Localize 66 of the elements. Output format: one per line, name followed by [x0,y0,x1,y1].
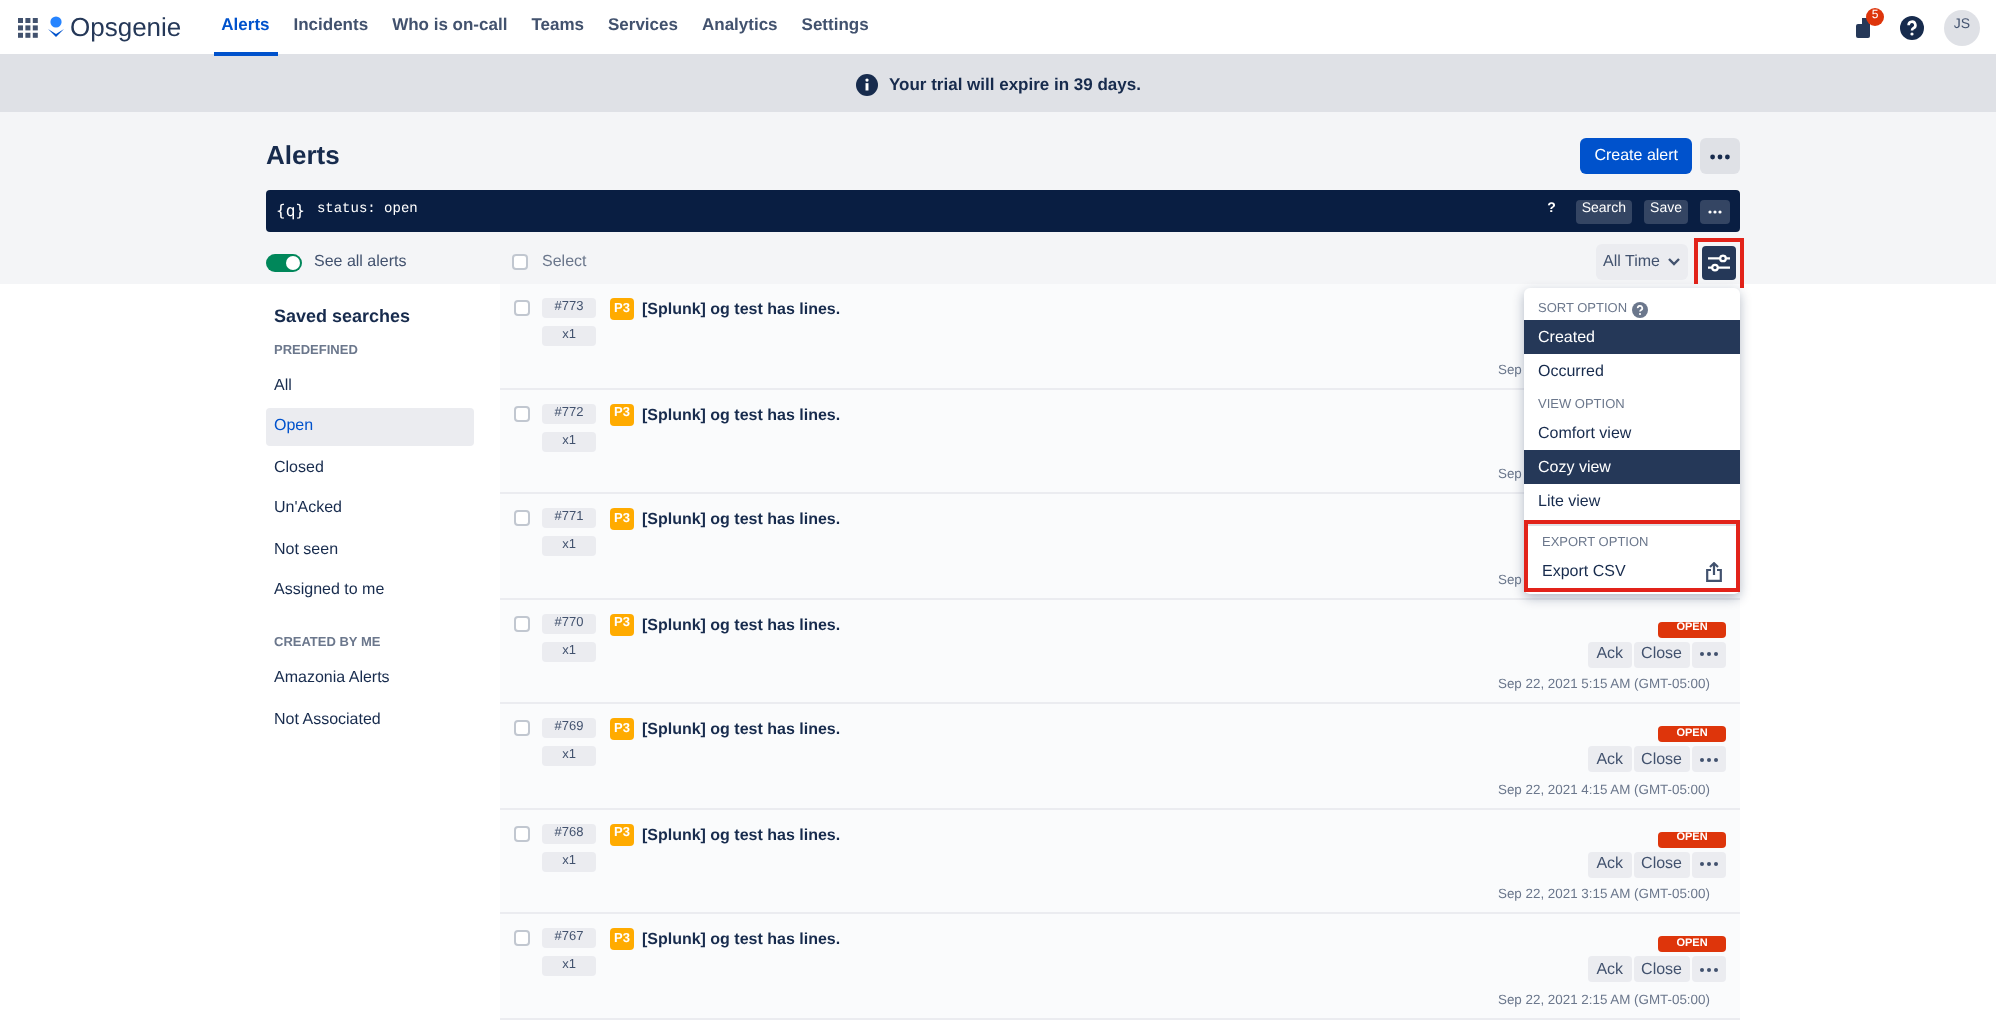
checkbox[interactable] [514,720,530,736]
action-button[interactable]: Ack [1588,746,1632,772]
nav-tab[interactable]: Incidents [285,0,377,55]
info-icon [855,73,877,95]
action-button[interactable]: Close [1633,746,1690,772]
sliders-icon [1708,253,1730,271]
alert-title[interactable]: [Splunk] og test has lines. [641,613,1498,635]
action-button[interactable]: Ack [1588,956,1632,982]
sidebar-item[interactable]: Closed [266,448,474,487]
action-button[interactable]: Close [1633,956,1690,982]
app-switcher-icon[interactable] [18,17,38,37]
alert-title[interactable]: [Splunk] og test has lines. [641,718,1498,740]
page-title: Alerts [266,138,342,175]
nav-tab[interactable]: Services [600,0,686,55]
checkbox[interactable] [512,254,528,270]
select-label: Select [542,250,589,274]
sidebar-item[interactable]: All [266,366,474,405]
alert-title[interactable]: [Splunk] og test has lines. [641,508,1498,530]
alert-title[interactable]: [Splunk] og test has lines. [641,928,1498,950]
action-button[interactable]: Close [1633,851,1690,877]
chevron-down-icon [1668,258,1680,266]
toggle-label: See all alerts [314,250,409,274]
sidebar-item[interactable]: Not seen [266,530,474,569]
menu-item[interactable]: Cozy view [1524,450,1740,484]
help-icon [1631,301,1648,317]
checkbox[interactable] [514,405,530,421]
sidebar-item[interactable]: Not Associated [266,700,474,738]
query-prefix: {q} [276,199,305,223]
more-button[interactable] [1700,199,1730,223]
action-button[interactable]: Close [1633,641,1690,667]
alert-title[interactable]: [Splunk] og test has lines. [641,403,1498,425]
sidebar-item[interactable]: Open [266,407,474,446]
checkbox[interactable] [514,300,530,316]
nav-tab[interactable]: Analytics [693,0,786,55]
checkbox[interactable] [514,510,530,526]
time-filter-dropdown[interactable]: All Time [1595,244,1688,280]
sidebar-title: Saved searches [272,304,413,330]
menu-item[interactable]: Occurred [1524,354,1740,388]
alert-title[interactable]: [Splunk] og test has lines. [641,823,1498,845]
nav-tab[interactable]: Teams [523,0,592,55]
more-icon [1710,153,1730,159]
nav-tab[interactable]: Settings [793,0,877,55]
share-icon[interactable] [1706,561,1722,581]
more-button[interactable] [1692,851,1726,877]
sidebar-item[interactable]: Un'Acked [266,489,474,528]
checkbox[interactable] [514,825,530,841]
menu-item[interactable]: Created [1524,320,1740,354]
product-name: Opsgenie [70,9,182,46]
nav-tab[interactable]: Who is on-call [384,0,516,55]
alert-title[interactable]: [Splunk] og test has lines. [641,298,1498,320]
menu-item[interactable]: Export CSV [1528,554,1736,588]
checkbox[interactable] [514,615,530,631]
checkbox[interactable] [514,930,530,946]
toggle-switch[interactable] [266,253,302,271]
more-button[interactable] [1692,641,1726,667]
action-button[interactable]: Ack [1588,851,1632,877]
notification-icon[interactable] [1856,17,1876,37]
menu-item[interactable]: Comfort view [1524,416,1740,450]
logo-icon [48,15,64,39]
more-button[interactable] [1700,138,1740,174]
trial-message: Your trial will expire in 39 days. [889,71,1141,97]
help-icon[interactable] [1900,15,1924,39]
create-alert-button[interactable]: Create alert [1580,138,1692,174]
sidebar-item[interactable]: Amazonia Alerts [266,659,474,697]
sidebar-item[interactable]: Assigned to me [266,571,474,610]
action-button[interactable]: Ack [1588,641,1632,667]
